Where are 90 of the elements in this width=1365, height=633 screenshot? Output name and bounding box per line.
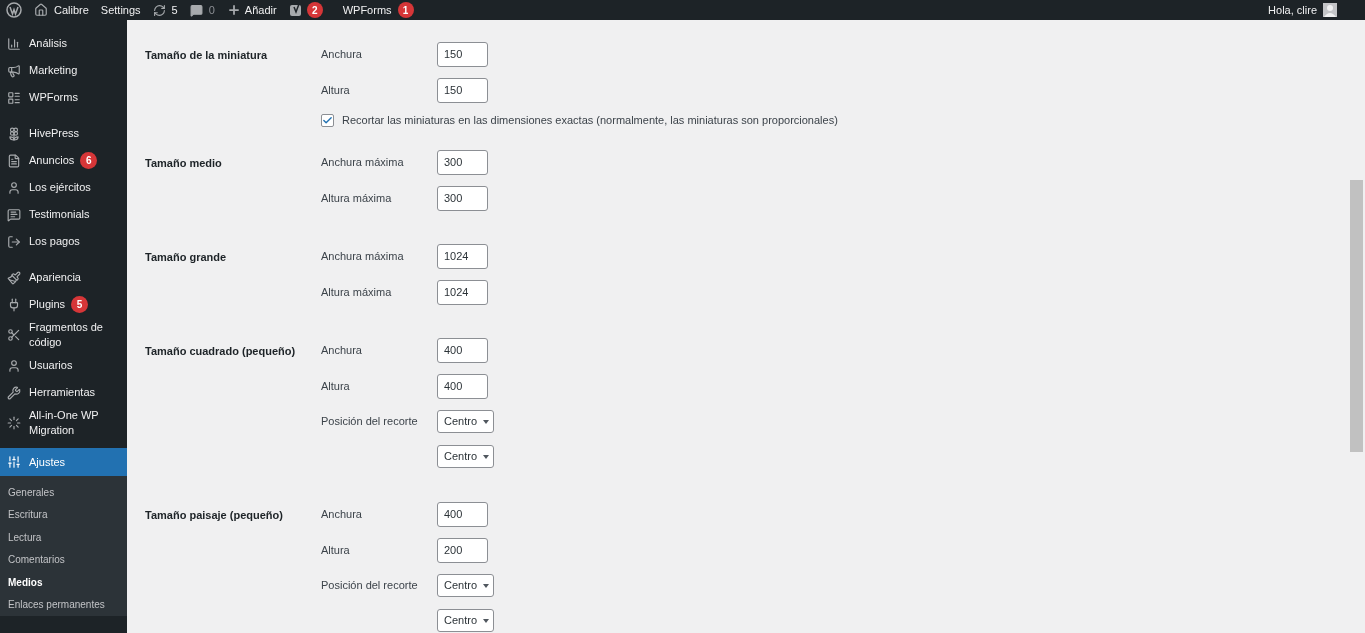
section-heading: Tamaño cuadrado (pequeño)	[145, 344, 297, 359]
menu-item[interactable]: Los pagos	[0, 228, 127, 255]
plug-icon	[7, 297, 21, 312]
caret-icon	[483, 419, 490, 424]
number-field[interactable]: 150	[437, 77, 488, 103]
menu-item[interactable]: All-in-One WP Migration	[0, 406, 127, 440]
number-field[interactable]: 400	[437, 337, 488, 363]
dropdown[interactable]: Centro	[437, 410, 495, 433]
caret-icon	[483, 454, 490, 459]
checkbox[interactable]	[321, 113, 334, 127]
dropdown[interactable]: Centro	[437, 609, 495, 632]
number-field[interactable]: 1024	[437, 243, 488, 269]
number-field[interactable]: 150	[437, 41, 488, 67]
comment-icon[interactable]	[189, 3, 203, 17]
menu-item[interactable]: Plugins 5	[0, 291, 127, 318]
dropdown[interactable]: Centro	[437, 445, 495, 468]
exit-icon	[7, 234, 21, 249]
site-link[interactable]: Calibre	[54, 1, 89, 19]
speech-bubble-icon	[7, 207, 21, 222]
menu-item[interactable]: Fragmentos de código	[0, 318, 127, 352]
submenu-item[interactable]: Comentarios	[0, 548, 127, 571]
field-label: Altura máxima	[321, 284, 393, 300]
submenu-item[interactable]: Enlaces permanentes	[0, 593, 127, 616]
field-label: Posición del recorte	[321, 414, 419, 430]
field-label: Anchura máxima	[321, 248, 405, 264]
dropdown[interactable]: Centro	[437, 574, 495, 597]
field-label: Altura	[321, 82, 351, 98]
flower-icon	[7, 126, 21, 141]
bar-chart-icon	[7, 36, 21, 51]
update-count: 5	[171, 2, 178, 18]
menu-item[interactable]: WPForms	[0, 84, 127, 111]
settings-link[interactable]: Settings	[100, 1, 141, 19]
wordpress-logo-icon[interactable]	[6, 2, 22, 18]
section-heading: Tamaño de la miniatura	[145, 48, 269, 63]
menu-item[interactable]: Usuarios	[0, 352, 127, 379]
greeting-link[interactable]: Hola, clire	[1268, 1, 1317, 19]
wrench-icon	[7, 385, 21, 400]
menu-item[interactable]: Apariencia	[0, 264, 127, 291]
plus-icon[interactable]	[226, 3, 241, 17]
home-icon[interactable]	[34, 3, 48, 17]
number-field[interactable]: 300	[437, 185, 488, 211]
field-label: Altura	[321, 542, 351, 558]
number-field[interactable]: 300	[437, 149, 488, 175]
menu-item[interactable]: Herramientas	[0, 379, 127, 406]
field-label: Anchura	[321, 506, 363, 522]
caret-icon	[483, 618, 490, 623]
shield-icon[interactable]	[288, 3, 303, 17]
menu-item[interactable]: HivePress	[0, 120, 127, 147]
paintbrush-icon	[7, 270, 21, 285]
field-label: Anchura máxima	[321, 154, 405, 170]
field-label: Altura máxima	[321, 190, 393, 206]
field-label: Posición del recorte	[321, 578, 419, 594]
number-field[interactable]: 200	[437, 537, 488, 563]
caret-icon	[483, 583, 490, 588]
scissors-icon	[7, 328, 21, 342]
field-label: Anchura	[321, 46, 363, 62]
count-badge: 6	[80, 152, 98, 169]
menu-item[interactable]: Testimonials	[0, 201, 127, 228]
comment-count: 0	[208, 2, 215, 18]
checkbox-label: Recortar las miniaturas en las dimensiones exactas (normalmente, las miniaturas son proporcionales)	[342, 112, 838, 128]
updates-icon[interactable]	[152, 3, 166, 17]
submenu-item[interactable]: Medios	[0, 571, 127, 594]
submenu-item[interactable]: Generales	[0, 481, 127, 504]
menu-item[interactable]: Los ejércitos	[0, 174, 127, 201]
submenu-item[interactable]: Escritura	[0, 503, 127, 526]
section-heading: Tamaño grande	[145, 250, 228, 265]
notification-badge: 1	[397, 2, 414, 18]
form-icon	[7, 90, 21, 105]
submenu-item[interactable]: Lectura	[0, 526, 127, 549]
megaphone-icon	[7, 63, 21, 78]
wpforms-link[interactable]: WPForms	[342, 1, 392, 19]
field-label: Anchura	[321, 342, 363, 358]
user-icon	[7, 358, 21, 373]
number-field[interactable]: 1024	[437, 279, 488, 305]
menu-item[interactable]: Anuncios 6	[0, 147, 127, 174]
sliders-icon	[7, 455, 21, 469]
menu-item[interactable]: Marketing	[0, 57, 127, 84]
notification-badge: 2	[306, 2, 323, 18]
add-new-link[interactable]: Añadir	[244, 1, 277, 19]
document-icon	[7, 153, 21, 168]
field-label: Altura	[321, 378, 351, 394]
section-heading: Tamaño paisaje (pequeño)	[145, 508, 284, 523]
number-field[interactable]: 400	[437, 501, 488, 527]
number-field[interactable]: 400	[437, 373, 488, 399]
section-heading: Tamaño medio	[145, 156, 223, 171]
user-icon	[7, 180, 21, 195]
menu-item[interactable]: Análisis	[0, 30, 127, 57]
count-badge: 5	[71, 296, 89, 313]
menu-item[interactable]: Ajustes	[0, 448, 127, 476]
checkmark-icon	[322, 114, 333, 126]
